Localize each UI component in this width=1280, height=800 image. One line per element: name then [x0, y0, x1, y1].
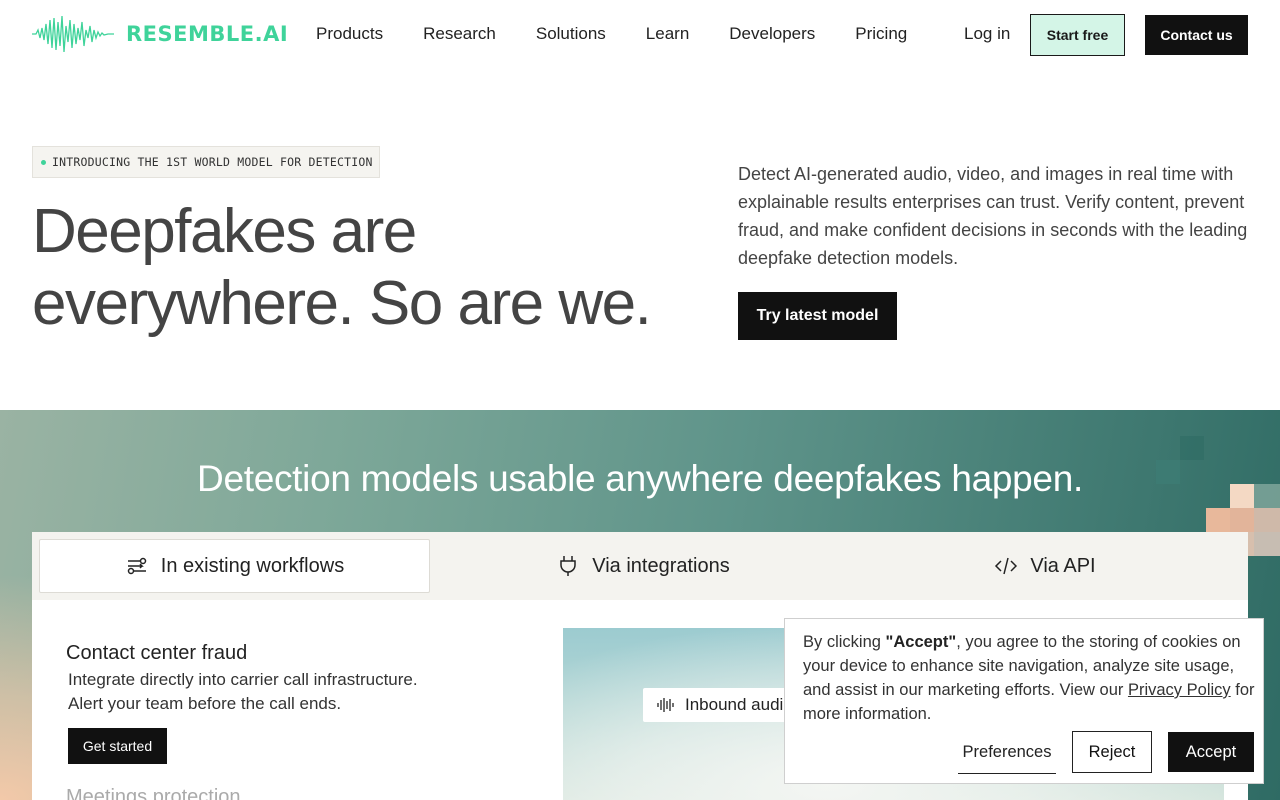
- inbound-audio-chip: Inbound audio: [643, 688, 807, 722]
- nav-products[interactable]: Products: [316, 24, 383, 44]
- nav-developers[interactable]: Developers: [729, 24, 815, 44]
- pixel-decoration: [1254, 508, 1280, 532]
- tab-existing-workflows[interactable]: In existing workflows: [39, 539, 430, 593]
- plug-icon: [560, 556, 576, 576]
- intro-badge: INTRODUCING THE 1ST WORLD MODEL FOR DETE…: [32, 146, 380, 178]
- nav-research[interactable]: Research: [423, 24, 496, 44]
- cookie-message: By clicking "Accept", you agree to the s…: [803, 630, 1255, 726]
- hero-title-line1: Deepfakes are: [32, 197, 417, 266]
- status-dot-icon: [41, 159, 46, 165]
- cookie-accept-quote: "Accept": [885, 633, 957, 651]
- cookie-accept-button[interactable]: Accept: [1168, 732, 1254, 772]
- intro-badge-text: INTRODUCING THE 1ST WORLD MODEL FOR DETE…: [52, 155, 373, 169]
- tab-integrations[interactable]: Via integrations: [448, 539, 838, 593]
- tab-api[interactable]: Via API: [848, 539, 1242, 593]
- tab-label: In existing workflows: [160, 554, 345, 577]
- pixel-decoration: [1230, 508, 1254, 532]
- pixel-decoration: [1206, 508, 1230, 532]
- pixel-decoration: [1180, 436, 1204, 460]
- nav-solutions[interactable]: Solutions: [536, 24, 606, 44]
- audio-waveform-icon: [657, 698, 674, 712]
- cookie-text-prefix: By clicking: [803, 633, 886, 651]
- workflow-icon: [127, 557, 147, 575]
- privacy-policy-link[interactable]: Privacy Policy: [1128, 681, 1231, 699]
- tab-bar: In existing workflows Via integrations V…: [32, 532, 1248, 600]
- get-started-button[interactable]: Get started: [68, 728, 167, 764]
- nav-links: Products Research Solutions Learn Develo…: [316, 24, 947, 44]
- detection-section-title: Detection models usable anywhere deepfak…: [197, 458, 1083, 499]
- try-latest-model-button[interactable]: Try latest model: [738, 292, 897, 340]
- waveform-logo-icon: [32, 15, 114, 53]
- hero-description: Detect AI-generated audio, video, and im…: [738, 164, 1248, 268]
- use-case-line: Alert your team before the call ends.: [68, 694, 342, 713]
- top-navigation: RESEMBLE.AI Products Research Solutions …: [0, 0, 1280, 70]
- hero-title-line2: everywhere. So are we.: [32, 269, 652, 338]
- next-use-case-title[interactable]: Meetings protection: [66, 786, 241, 800]
- nav-pricing[interactable]: Pricing: [855, 24, 907, 44]
- hero-title: Deepfakes are everywhere. So are we.: [32, 196, 672, 340]
- cookie-banner: By clicking "Accept", you agree to the s…: [784, 618, 1264, 784]
- start-free-button[interactable]: Start free: [1030, 14, 1125, 56]
- cookie-preferences-button[interactable]: Preferences: [958, 732, 1056, 774]
- tab-label: Via API: [1030, 554, 1096, 577]
- pixel-decoration: [1254, 532, 1280, 556]
- code-icon: [995, 557, 1018, 575]
- use-case-line: Integrate directly into carrier call inf…: [68, 670, 418, 689]
- cookie-reject-button[interactable]: Reject: [1072, 731, 1152, 773]
- login-link[interactable]: Log in: [964, 24, 1010, 44]
- logo[interactable]: RESEMBLE.AI: [32, 14, 288, 54]
- use-case-description: Integrate directly into carrier call inf…: [68, 668, 488, 716]
- brand-name: RESEMBLE.AI: [126, 22, 289, 46]
- tab-label: Via integrations: [592, 554, 730, 577]
- use-case-title: Contact center fraud: [66, 642, 248, 664]
- contact-us-button[interactable]: Contact us: [1145, 15, 1248, 55]
- media-chip-label: Inbound audio: [685, 695, 793, 714]
- nav-learn[interactable]: Learn: [646, 24, 689, 44]
